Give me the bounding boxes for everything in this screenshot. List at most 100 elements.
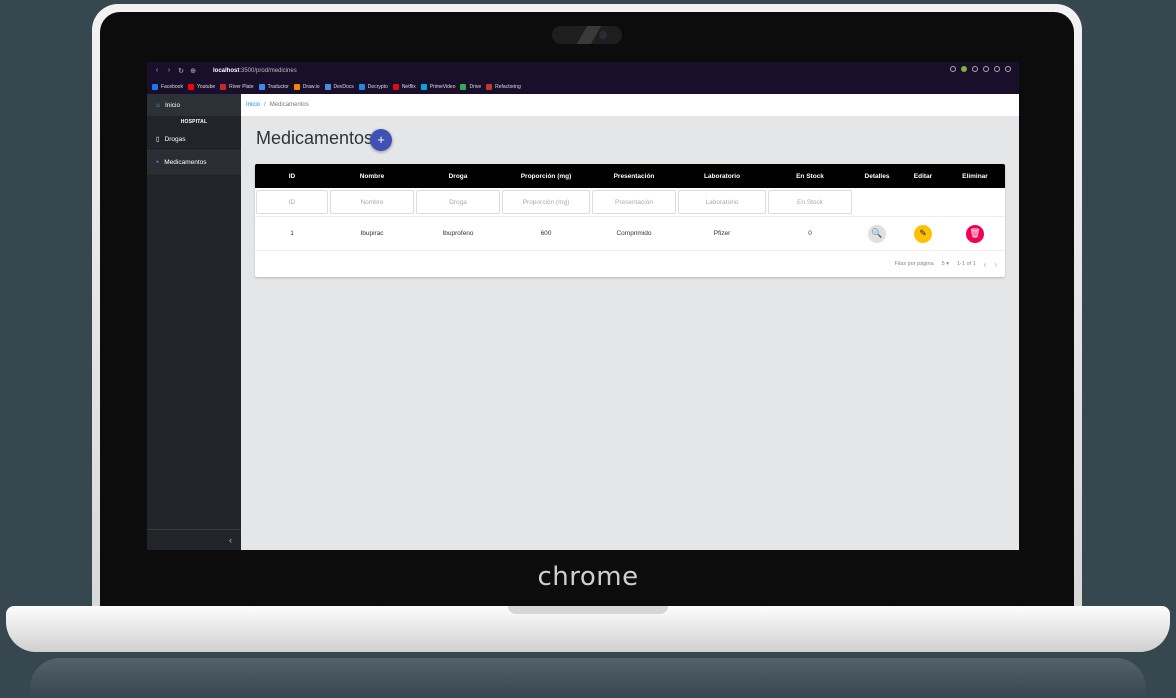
bookmark-youtube[interactable]: Youtube xyxy=(187,83,216,90)
bookmark-label: Drive xyxy=(469,83,482,90)
laptop-shadow xyxy=(30,658,1146,698)
sidebar-item-label: Inicio xyxy=(164,101,181,109)
extension-icon[interactable] xyxy=(983,66,989,72)
heart-icon[interactable] xyxy=(972,66,978,72)
breadcrumb-current: Medicamentos xyxy=(269,102,309,108)
bookmark-label: DevDocs xyxy=(333,83,354,90)
table-cell: Ibupirac xyxy=(360,230,384,237)
bookmark-devdocs[interactable]: DevDocs xyxy=(324,83,354,90)
laptop-brand: chrome xyxy=(537,562,639,592)
bookmark-favicon-icon xyxy=(358,83,365,90)
address-bar[interactable]: localhost:3500/prod/medicines xyxy=(213,68,297,74)
bookmark-label: Traductor xyxy=(267,83,289,90)
breadcrumb-home[interactable]: Inicio xyxy=(246,102,260,108)
chevron-left-icon: ‹ xyxy=(229,535,232,545)
bookmark-favicon-icon xyxy=(293,83,300,90)
filter-input[interactable]: Droga xyxy=(416,190,500,214)
bookmark-decrypto[interactable]: Decrypto xyxy=(358,83,388,90)
filter-spacer xyxy=(853,188,899,216)
sidebar-item-inicio[interactable]: ⌂ Inicio xyxy=(147,94,241,116)
bookmark-facebook[interactable]: Facebook xyxy=(152,83,183,90)
bookmark-label: Decrypto xyxy=(367,83,388,90)
rows-per-page-select[interactable]: 5 ▾ xyxy=(942,261,949,267)
sidebar-item-drogas[interactable]: ▯ Drogas xyxy=(147,128,241,150)
filter-input[interactable]: En Stock xyxy=(768,190,852,214)
bookmark-favicon-icon xyxy=(152,83,158,90)
bookmark-favicon-icon xyxy=(220,83,227,90)
download-icon[interactable] xyxy=(994,66,1000,72)
table-header: ID Nombre Droga Proporción (mg) Presentación… xyxy=(255,164,1005,188)
rows-per-page-label: Filas por página xyxy=(894,261,934,267)
breadcrumb-separator: / xyxy=(264,102,266,108)
bookmark-netflix[interactable]: Netflix xyxy=(392,83,416,90)
filter-input[interactable]: Nombre xyxy=(330,190,414,214)
prev-page-icon[interactable]: ‹ xyxy=(984,260,987,269)
column-header[interactable]: Laboratorio xyxy=(677,164,767,188)
bookmark-draw.io[interactable]: Draw.io xyxy=(293,83,320,90)
bookmark-favicon-icon xyxy=(258,83,265,90)
table-row: 1 Ibupirac Ibuprofeno 600 Comprimido Pfizer 0 🔍… xyxy=(255,216,1005,251)
sidebar-item-medicamentos[interactable]: ⁍ Medicamentos xyxy=(147,150,241,174)
filter-spacer xyxy=(941,188,999,216)
filter-input[interactable]: Laboratorio xyxy=(678,190,766,214)
bookmark-refactoring[interactable]: Refactoring xyxy=(486,83,521,90)
page-range: 1-1 of 1 xyxy=(957,261,976,267)
url-path: :3500/prod/medicines xyxy=(239,67,297,74)
filter-spacer xyxy=(899,188,941,216)
filter-input[interactable]: ID xyxy=(256,190,328,214)
bookmark-favicon-icon xyxy=(324,83,331,90)
bookmark-river-plate[interactable]: River Plate xyxy=(220,83,254,90)
table-cell: 1 xyxy=(290,230,294,237)
table-cell: ✎ xyxy=(901,217,945,250)
document-icon: ▯ xyxy=(156,136,160,143)
table-cell: Ibuprofeno xyxy=(442,230,474,237)
column-header[interactable]: En Stock xyxy=(767,164,853,188)
edit-button[interactable]: ✎ xyxy=(914,224,932,243)
column-header[interactable]: Presentación xyxy=(591,164,677,188)
column-header[interactable]: Detalles xyxy=(853,164,901,188)
sidebar-collapse-button[interactable]: ‹ xyxy=(147,529,241,550)
site-info-icon[interactable]: ⊕ xyxy=(187,67,199,75)
extension-icons xyxy=(950,66,1011,72)
camera-icon[interactable] xyxy=(950,66,956,72)
page-title: Medicamentos xyxy=(256,128,374,148)
back-icon[interactable]: ‹ xyxy=(151,67,163,74)
sidebar-item-label: Medicamentos xyxy=(164,158,207,166)
pencil-icon: ✎ xyxy=(919,228,927,238)
bookmark-drive[interactable]: Drive xyxy=(460,83,482,90)
browser-toolbar: ‹ › ↻ ⊕ localhost:3500/prod/medicines xyxy=(147,62,1019,79)
home-icon: ⌂ xyxy=(156,101,160,109)
column-header[interactable]: ID xyxy=(255,164,329,188)
column-header[interactable]: Eliminar xyxy=(945,164,1005,188)
forward-icon[interactable]: › xyxy=(163,67,175,74)
delete-button[interactable]: 🗑 xyxy=(966,224,984,243)
column-header[interactable]: Droga xyxy=(415,164,501,188)
table-cell: Pfizer xyxy=(713,230,731,237)
pills-icon: ⁍ xyxy=(156,159,160,166)
bookmark-favicon-icon xyxy=(486,83,493,90)
medicines-table: ID Nombre Droga Proporción (mg) Presentación… xyxy=(255,164,1005,277)
column-header[interactable]: Nombre xyxy=(329,164,415,188)
menu-icon[interactable] xyxy=(1005,66,1011,72)
filter-input[interactable]: Proporción (mg) xyxy=(502,190,590,214)
table-filters: ID Nombre Droga Proporción (mg) Presentación… xyxy=(255,188,1005,216)
filter-input[interactable]: Presentación xyxy=(592,190,676,214)
bookmark-favicon-icon xyxy=(460,83,467,90)
table-cell: 600 xyxy=(540,230,552,237)
column-header[interactable]: Editar xyxy=(901,164,945,188)
bookmark-primevideo[interactable]: PrimeVideo xyxy=(420,83,455,90)
details-button[interactable]: 🔍 xyxy=(868,224,886,243)
column-header[interactable]: Proporción (mg) xyxy=(501,164,591,188)
bookmark-favicon-icon xyxy=(187,83,194,90)
bookmark-traductor[interactable]: Traductor xyxy=(258,83,289,90)
shield-icon[interactable] xyxy=(961,66,967,72)
reload-icon[interactable]: ↻ xyxy=(175,67,187,75)
table-body: 1 Ibupirac Ibuprofeno 600 Comprimido Pfizer 0 🔍… xyxy=(255,216,1005,251)
webcam xyxy=(552,26,622,44)
table-cell: 🗑 xyxy=(945,217,1005,250)
bookmark-label: Youtube xyxy=(196,83,216,90)
bookmark-label: Facebook xyxy=(161,83,183,90)
table-cell: Comprimido xyxy=(616,230,652,237)
next-page-icon[interactable]: › xyxy=(994,260,997,269)
add-medicine-button[interactable]: + xyxy=(370,129,392,151)
